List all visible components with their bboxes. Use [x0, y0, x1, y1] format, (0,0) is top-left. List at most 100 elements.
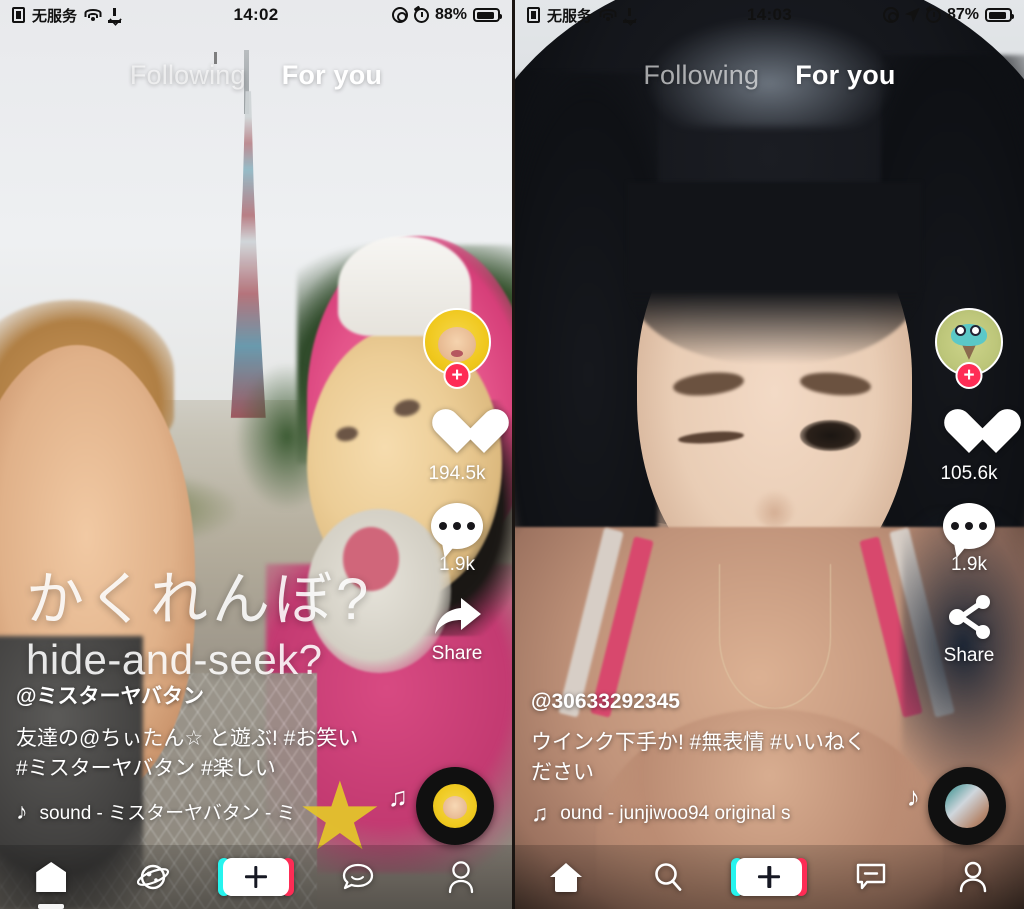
- heart-icon[interactable]: [431, 410, 483, 458]
- comparison-screenshot: 无服务 14:02 88% Following For you かくれんぼ? h…: [0, 0, 1024, 909]
- music-title: sound - ミスターヤバタン - ミ: [39, 803, 296, 824]
- eye-open: [800, 419, 862, 451]
- nav-home[interactable]: [20, 855, 82, 909]
- heart-icon[interactable]: [943, 410, 995, 458]
- nav-inbox[interactable]: [840, 855, 902, 899]
- screen-record-icon: [882, 7, 899, 23]
- comment-action[interactable]: 1.9k: [943, 503, 995, 576]
- location-arrow-icon: [904, 7, 920, 23]
- person-icon: [448, 861, 473, 894]
- plus-icon[interactable]: [731, 858, 808, 896]
- alarm-icon: [413, 7, 429, 23]
- message-square-icon: [857, 863, 886, 890]
- music-disc[interactable]: [928, 767, 1006, 845]
- music-disc-avatar: [433, 784, 477, 828]
- music-note-icon: ♪: [16, 798, 28, 824]
- status-bar-right: 88%: [391, 6, 502, 24]
- status-bar-right: 87%: [882, 6, 1014, 24]
- comment-dots: [431, 503, 483, 549]
- floating-music-notes: ♪: [906, 782, 921, 812]
- comment-action[interactable]: 1.9k: [431, 503, 483, 576]
- search-icon: [654, 863, 682, 891]
- phone-screen-right: 无服务 14:03 87% Following For you + 105.6k…: [512, 0, 1024, 909]
- music-note-icon: ♫: [531, 800, 549, 826]
- creator-username[interactable]: @ミスターヤバタン: [16, 680, 362, 710]
- nav-create[interactable]: [217, 855, 294, 899]
- battery-icon: [473, 8, 502, 22]
- like-action[interactable]: 194.5k: [428, 410, 485, 485]
- tab-for-you[interactable]: For you: [282, 60, 382, 91]
- nav-profile[interactable]: [942, 855, 1004, 899]
- video-caption-block: @30633292345 ウインク下手か! #無表情 #いいねください ♫ ou…: [531, 690, 877, 825]
- home-underline: [38, 904, 65, 909]
- share-label: Share: [431, 643, 483, 664]
- status-bar: 无服务 14:03 87%: [515, 0, 1024, 30]
- comment-bubble-icon[interactable]: [943, 503, 995, 549]
- plus-icon[interactable]: [217, 858, 294, 896]
- nav-create[interactable]: [731, 855, 808, 899]
- comment-count: 1.9k: [439, 554, 475, 575]
- tab-for-you[interactable]: For you: [795, 60, 895, 91]
- nav-inbox[interactable]: [327, 855, 389, 899]
- nose: [754, 490, 795, 528]
- share-action[interactable]: Share: [431, 594, 483, 665]
- like-count: 105.6k: [940, 463, 998, 484]
- feed-tabs: Following For you: [0, 60, 512, 91]
- battery-icon: [985, 8, 1014, 22]
- status-bar: 无服务 14:02 88%: [0, 0, 512, 30]
- status-bar-left: 无服务: [527, 5, 637, 26]
- share-action[interactable]: Share: [943, 594, 995, 667]
- creator-avatar-wrapper[interactable]: +: [935, 308, 1003, 389]
- comment-dots: [943, 503, 995, 549]
- bottom-nav-bar: [515, 845, 1024, 909]
- avatar-face: [437, 326, 477, 363]
- nav-home[interactable]: [535, 855, 597, 899]
- wifi-icon: [84, 8, 102, 22]
- disc-avatar-face: [442, 796, 468, 820]
- chat-bubble-icon: [343, 863, 374, 890]
- sim-card-icon: [527, 7, 540, 23]
- action-rail: + 194.5k 1.9k Share: [416, 308, 498, 683]
- carrier-label: 无服务: [32, 7, 78, 25]
- creator-avatar-wrapper[interactable]: +: [423, 308, 491, 389]
- download-icon: [623, 7, 637, 23]
- action-rail: + 105.6k 1.9k Share: [928, 308, 1010, 685]
- carrier-label: 无服务: [547, 7, 593, 25]
- tab-following[interactable]: Following: [130, 60, 246, 91]
- download-icon: [108, 7, 122, 23]
- like-action[interactable]: 105.6k: [940, 410, 997, 485]
- comment-bubble-icon[interactable]: [431, 503, 483, 549]
- music-disc-avatar: [945, 784, 989, 828]
- share-network-icon[interactable]: [945, 594, 993, 640]
- music-title: ound - junjiwoo94 original s: [560, 802, 791, 824]
- music-disc[interactable]: [416, 767, 494, 845]
- sim-card-icon: [12, 7, 25, 23]
- follow-button[interactable]: +: [443, 362, 471, 389]
- feed-tabs: Following For you: [515, 60, 1024, 91]
- creator-username[interactable]: @30633292345: [531, 690, 877, 714]
- tab-following[interactable]: Following: [643, 60, 759, 91]
- follow-button[interactable]: +: [955, 362, 983, 389]
- alarm-icon: [925, 7, 941, 23]
- caption-text[interactable]: 友達の@ちぃたん☆ と遊ぶ! #お笑い #ミスターヤバタン #楽しい: [16, 724, 362, 784]
- nav-discover[interactable]: [123, 855, 185, 899]
- caption-text[interactable]: ウインク下手か! #無表情 #いいねください: [531, 728, 877, 788]
- music-row[interactable]: ♪ sound - ミスターヤバタン - ミ: [16, 798, 362, 825]
- nav-profile[interactable]: [430, 855, 492, 899]
- home-icon: [36, 862, 67, 892]
- screen-record-icon: [391, 7, 408, 23]
- necklace: [718, 563, 831, 710]
- comment-count: 1.9k: [951, 554, 987, 575]
- nav-search[interactable]: [637, 855, 699, 899]
- share-label: Share: [943, 645, 995, 666]
- phone-screen-left: 无服务 14:02 88% Following For you かくれんぼ? h…: [0, 0, 512, 909]
- home-icon: [549, 862, 582, 892]
- wifi-icon: [599, 8, 617, 22]
- music-row[interactable]: ♫ ound - junjiwoo94 original s: [531, 802, 877, 825]
- video-caption-block: @ミスターヤバタン 友達の@ちぃたん☆ と遊ぶ! #お笑い #ミスターヤバタン …: [16, 680, 362, 825]
- share-arrow-icon[interactable]: [431, 594, 483, 638]
- person-icon: [959, 861, 987, 893]
- like-count: 194.5k: [428, 463, 486, 484]
- mascot-tongue: [343, 527, 400, 591]
- bottom-nav-bar: [0, 845, 512, 909]
